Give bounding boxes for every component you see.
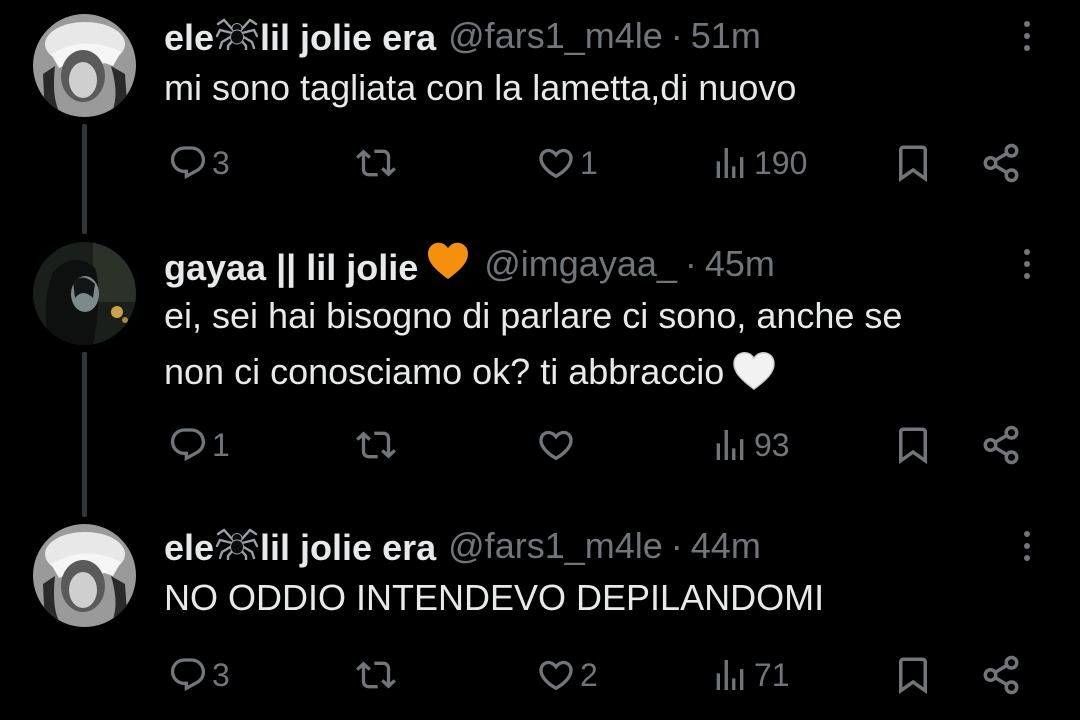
avatar[interactable] [33,14,136,117]
share-button[interactable] [980,651,1022,699]
like-button[interactable] [536,421,580,469]
bookmark-icon [899,427,927,465]
user-handle[interactable]: @fars1_m4le [448,525,663,567]
heart-icon [539,148,573,179]
views-chart-icon [716,430,744,460]
reply-count: 3 [212,144,230,181]
retweet-button[interactable] [356,139,400,187]
avatar[interactable] [33,524,136,627]
user-handle[interactable]: @imgayaa_ [484,243,677,285]
tweet[interactable]: gayaa || lil jolie @imgayaa_ · 45m ei, s… [0,230,1080,510]
view-count: 93 [754,426,790,463]
heart-icon [539,430,573,461]
reply-count: 1 [212,426,230,463]
conversation-thread: ele lil jolie era @fars1_m4le · 51m mi so… [0,0,1080,720]
separator-dot: · [670,15,683,56]
views-button[interactable]: 93 [710,421,790,469]
reply-button[interactable]: 1 [168,421,230,469]
tweet-actions: 1 93 [0,421,1080,469]
reply-icon [170,146,206,180]
retweet-icon [356,149,396,177]
retweet-icon [356,661,396,689]
view-count: 71 [754,656,790,693]
timestamp[interactable]: 44m [691,525,761,567]
like-count: 1 [580,144,598,181]
tweet-header: ele lil jolie era @fars1_m4le · 51m [164,14,761,58]
tweet-text: ei, sei hai bisogno di parlare ci sono, … [164,288,1044,406]
reply-icon [170,428,206,462]
retweet-button[interactable] [356,421,400,469]
timestamp[interactable]: 45m [705,243,775,285]
retweet-button[interactable] [356,651,400,699]
heart-icon [539,660,573,691]
display-name[interactable]: gayaa || lil jolie [164,240,472,289]
bookmark-button[interactable] [892,421,934,469]
display-name[interactable]: ele lil jolie era [164,14,436,59]
tweet[interactable]: ele lil jolie era @fars1_m4le · 51m mi so… [0,0,1080,230]
more-options-icon[interactable] [1013,16,1041,56]
tweet[interactable]: ele lil jolie era @fars1_m4le · 44m NO OD… [0,510,1080,720]
view-count: 190 [754,144,808,181]
bookmark-icon [899,145,927,183]
tweet-actions: 3 1 190 [0,139,1080,187]
tweet-text: NO ODDIO INTENDEVO DEPILANDOMI [164,577,825,618]
separator-dot: · [670,525,683,566]
timestamp[interactable]: 51m [691,15,761,57]
share-button[interactable] [980,139,1022,187]
like-button[interactable]: 1 [536,139,598,187]
views-button[interactable]: 71 [710,651,790,699]
views-chart-icon [716,148,744,178]
white-heart-icon [732,350,776,406]
views-button[interactable]: 190 [710,139,807,187]
bookmark-button[interactable] [892,651,934,699]
share-icon [983,655,1019,695]
reply-button[interactable]: 3 [168,651,230,699]
tweet-header: ele lil jolie era @fars1_m4le · 44m [164,524,761,568]
reply-icon [170,658,206,692]
reply-count: 3 [212,656,230,693]
orange-heart-icon [426,240,470,280]
spider-icon [216,524,259,560]
tweet-actions: 3 2 71 [0,651,1080,699]
share-button[interactable] [980,421,1022,469]
display-name[interactable]: ele lil jolie era [164,524,436,569]
tweet-text: mi sono tagliata con la lametta,di nuovo [164,67,797,108]
user-handle[interactable]: @fars1_m4le [448,15,663,57]
bookmark-button[interactable] [892,139,934,187]
like-button[interactable]: 2 [536,651,598,699]
bookmark-icon [899,657,927,695]
avatar[interactable] [33,242,136,345]
share-icon [983,425,1019,465]
more-options-icon[interactable] [1013,244,1041,284]
views-chart-icon [716,660,744,690]
reply-button[interactable]: 3 [168,139,230,187]
spider-icon [216,14,259,50]
share-icon [983,143,1019,183]
tweet-header: gayaa || lil jolie @imgayaa_ · 45m [164,240,775,289]
retweet-icon [356,431,396,459]
more-options-icon[interactable] [1013,526,1041,566]
separator-dot: · [684,243,697,284]
like-count: 2 [580,656,598,693]
